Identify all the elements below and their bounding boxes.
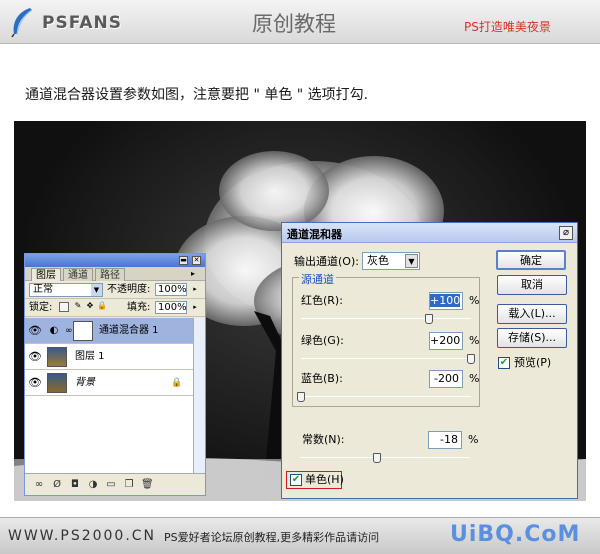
tab-channels[interactable]: 通道: [63, 268, 93, 281]
source-channels-group: 源通道 红色(R): +100 % 绿色(G): +200 % 蓝色(B): -…: [292, 271, 480, 407]
link-icon: ∞: [65, 326, 73, 336]
layers-panel: ▬ ✕ 图层 通道 路径 ▸ 正常 ▼ 不透明度: 100% ▸ 锁定: ✎ ✥…: [24, 253, 206, 496]
footer-url: WWW.PS2000.CN: [8, 528, 157, 544]
monochrome-label[interactable]: 单色(H): [305, 473, 344, 487]
blend-opacity-row: 正常 ▼ 不透明度: 100% ▸: [25, 281, 205, 299]
layer-name: 图层 1: [75, 351, 105, 362]
header-banner: PSFANS 原创教程 PS打造唯美夜景: [0, 0, 600, 44]
lock-icon[interactable]: 🔒: [97, 302, 107, 312]
output-channel-select[interactable]: 灰色 ▼: [362, 252, 420, 270]
eye-icon[interactable]: 👁: [28, 324, 42, 338]
monochrome-checkbox[interactable]: ✔: [290, 474, 302, 486]
close-icon[interactable]: ✕: [192, 256, 201, 265]
green-label: 绿色(G):: [301, 334, 344, 347]
save-button[interactable]: 存储(S)...: [497, 328, 567, 348]
percent-sign: %: [468, 433, 479, 446]
layer-thumbnail: [47, 373, 67, 393]
intro-text: 通道混合器设置参数如图，注意要把 " 单色 " 选项打勾.: [25, 87, 369, 103]
watermark-text: UiBQ.CoM: [450, 522, 581, 547]
fill-label: 填充:: [127, 302, 151, 313]
new-group-icon[interactable]: ▭: [105, 479, 117, 491]
layer-thumbnail: [47, 347, 67, 367]
layer-list: 👁 ◐ ∞ 通道混合器 1 👁 图层 1 👁 背景 🔒: [25, 318, 193, 473]
preview-checkbox[interactable]: ✔: [498, 357, 510, 369]
tab-paths[interactable]: 路径: [95, 268, 125, 281]
ok-button[interactable]: 确定: [496, 250, 566, 270]
green-slider-track[interactable]: [301, 358, 471, 359]
layer-style-icon[interactable]: Ø: [51, 479, 63, 491]
blue-field[interactable]: -200: [429, 370, 463, 388]
red-slider-thumb[interactable]: [424, 314, 433, 324]
red-value: +100: [430, 294, 461, 307]
move-icon[interactable]: ✥: [85, 302, 95, 312]
lock-fill-row: 锁定: ✎ ✥ 🔒 填充: 100% ▸: [25, 299, 205, 317]
green-slider-thumb[interactable]: [467, 354, 475, 364]
source-channels-title: 源通道: [299, 271, 336, 287]
channel-mixer-dialog: 通道混和器 ⌀ 输出通道(O): 灰色 ▼ 源通道 红色(R): +100 % …: [281, 222, 578, 499]
trash-icon[interactable]: 🗑: [141, 479, 154, 491]
load-button[interactable]: 载入(L)...: [497, 304, 567, 324]
opacity-arrow-icon[interactable]: ▸: [191, 284, 199, 295]
feather-logo-icon: [11, 8, 33, 38]
layer-name: 通道混合器 1: [99, 325, 159, 336]
brush-icon[interactable]: ✎: [73, 302, 83, 312]
add-mask-icon[interactable]: ◘: [69, 479, 81, 491]
cancel-button[interactable]: 取消: [497, 275, 567, 295]
red-field[interactable]: +100: [429, 292, 463, 310]
tab-layers[interactable]: 图层: [31, 268, 61, 281]
footer-bar: WWW.PS2000.CN PS爱好者论坛原创教程,更多精彩作品请访问 UiBQ…: [0, 517, 600, 554]
red-slider-track[interactable]: [301, 318, 471, 319]
lock-icon: 🔒: [171, 378, 183, 388]
constant-slider-track[interactable]: [300, 457, 470, 458]
layer-row[interactable]: 👁 ◐ ∞ 通道混合器 1: [25, 318, 193, 344]
constant-label: 常数(N):: [302, 433, 345, 446]
preview-label[interactable]: 预览(P): [514, 356, 551, 370]
layer-name: 背景: [75, 377, 95, 388]
constant-slider-thumb[interactable]: [373, 453, 382, 463]
layers-toolbar: ∞ Ø ◘ ◑ ▭ ❐ 🗑: [25, 473, 205, 495]
blue-slider-track[interactable]: [301, 396, 471, 397]
new-layer-icon[interactable]: ❐: [123, 479, 135, 491]
layers-tabs: 图层 通道 路径 ▸: [25, 267, 205, 281]
chevron-down-icon[interactable]: ▼: [91, 284, 102, 296]
layer-mask-thumbnail: [73, 321, 93, 341]
opacity-field[interactable]: 100%: [155, 283, 187, 296]
lock-label: 锁定:: [29, 302, 53, 313]
lock-transparency-icon[interactable]: [59, 302, 69, 312]
constant-field[interactable]: -18: [428, 431, 462, 449]
percent-sign: %: [469, 334, 480, 347]
dialog-title: 通道混和器: [287, 228, 342, 241]
percent-sign: %: [469, 372, 480, 385]
layers-scrollbar[interactable]: [193, 318, 205, 473]
adjustment-icon: ◐: [49, 325, 59, 336]
footer-text: PS爱好者论坛原创教程,更多精彩作品请访问: [164, 531, 380, 544]
page-title: 原创教程: [252, 12, 336, 36]
green-field[interactable]: +200: [429, 332, 463, 350]
panel-menu-icon[interactable]: ▸: [191, 269, 195, 278]
opacity-label: 不透明度:: [107, 284, 151, 295]
tutorial-tagline: PS打造唯美夜景: [464, 20, 551, 34]
layer-row[interactable]: 👁 背景 🔒: [25, 370, 193, 396]
blend-mode-value: 正常: [33, 284, 53, 295]
layers-panel-titlebar[interactable]: ▬ ✕: [25, 254, 205, 267]
output-channel-value: 灰色: [367, 254, 389, 267]
dialog-titlebar[interactable]: 通道混和器 ⌀: [282, 223, 577, 243]
layer-row[interactable]: 👁 图层 1: [25, 344, 193, 370]
output-channel-label: 输出通道(O):: [294, 255, 359, 268]
blue-slider-thumb[interactable]: [297, 392, 305, 402]
fill-arrow-icon[interactable]: ▸: [191, 302, 199, 313]
adjustment-layer-icon[interactable]: ◑: [87, 479, 99, 491]
link-layers-icon[interactable]: ∞: [33, 479, 45, 491]
blue-label: 蓝色(B):: [301, 372, 343, 385]
fill-field[interactable]: 100%: [155, 301, 187, 314]
eye-icon[interactable]: 👁: [28, 350, 42, 364]
minimize-icon[interactable]: ▬: [179, 256, 188, 265]
red-label: 红色(R):: [301, 294, 343, 307]
dialog-close-button[interactable]: ⌀: [559, 226, 573, 240]
blend-mode-select[interactable]: 正常 ▼: [29, 283, 103, 297]
logo-text: PSFANS: [42, 13, 122, 33]
chevron-down-icon[interactable]: ▼: [405, 254, 418, 268]
eye-icon[interactable]: 👁: [28, 376, 42, 390]
percent-sign: %: [469, 294, 480, 307]
